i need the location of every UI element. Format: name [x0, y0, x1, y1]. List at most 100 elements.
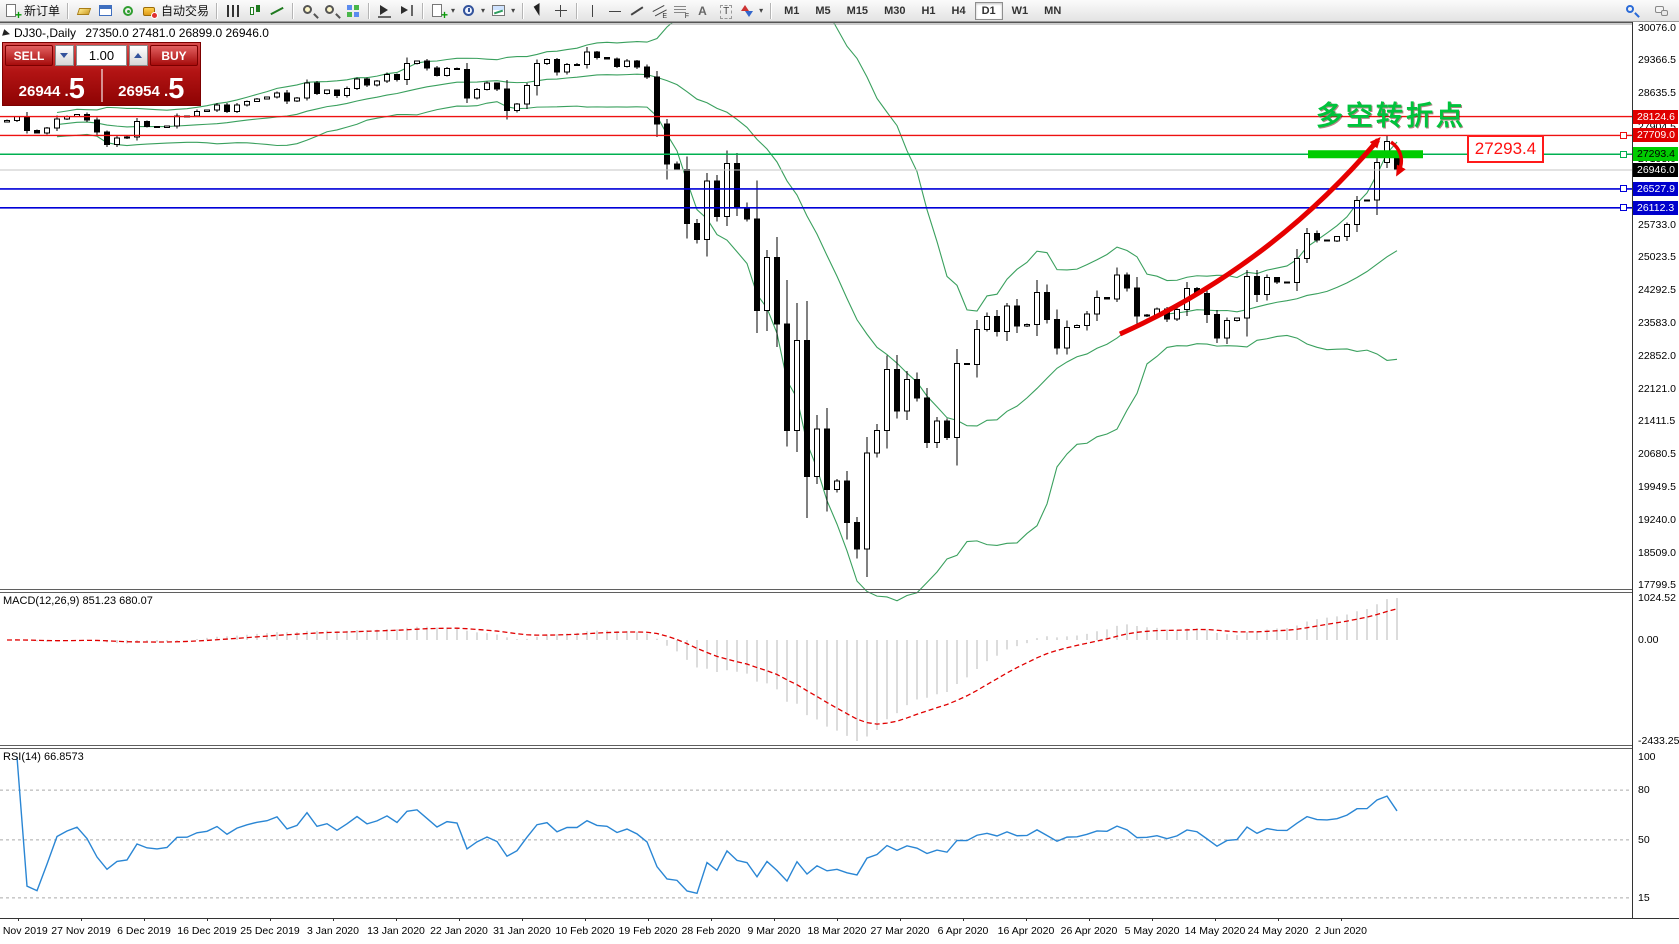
pivot-line-27293-handle[interactable] — [1620, 150, 1627, 158]
auto-trading-button[interactable]: 自动交易 — [139, 1, 212, 21]
toolbar-separator — [292, 2, 295, 19]
support-line-26112-handle[interactable] — [1620, 204, 1627, 212]
chart-shift-button[interactable] — [396, 1, 418, 21]
candle-body — [504, 88, 510, 112]
candle-body — [454, 67, 460, 71]
timeframe-h4-button[interactable]: H4 — [945, 2, 973, 20]
timeframe-m30-button[interactable]: M30 — [877, 2, 912, 20]
symbols-button[interactable] — [73, 1, 95, 21]
turning-point-annotation[interactable]: 多空转折点 — [1316, 94, 1466, 133]
candle-body — [1004, 305, 1010, 332]
timeframe-m5-button[interactable]: M5 — [808, 2, 837, 20]
candle-body — [1014, 305, 1020, 327]
buy-button[interactable]: BUY — [150, 45, 198, 66]
symbols-icon — [76, 3, 92, 19]
candle-body — [1304, 232, 1310, 260]
chat-button[interactable] — [1651, 1, 1673, 21]
chart-bars-button[interactable] — [222, 1, 244, 21]
date-axis-label: 6 Dec 2019 — [117, 925, 171, 937]
chat-icon — [1654, 3, 1670, 19]
candle-body — [54, 118, 60, 129]
resistance-line-27709-handle[interactable] — [1620, 131, 1627, 139]
candle-body — [1034, 292, 1040, 326]
chart-line-button[interactable] — [266, 1, 288, 21]
trendline-icon — [629, 3, 645, 19]
candle-body — [1364, 199, 1370, 202]
sell-button[interactable]: SELL — [5, 45, 53, 66]
signal-button[interactable] — [117, 1, 139, 21]
indicators-button[interactable] — [428, 1, 458, 22]
timeframe-m15-button[interactable]: M15 — [840, 2, 875, 20]
price-axis-tick: 17799.5 — [1638, 578, 1676, 591]
text-label-button[interactable] — [714, 1, 736, 21]
trendline-button[interactable] — [626, 1, 648, 21]
chart-plot — [0, 22, 1679, 923]
candle-body — [1174, 308, 1180, 320]
candle-body — [894, 368, 900, 412]
toolbar-separator — [522, 2, 525, 19]
candle-body — [744, 206, 750, 220]
text-button[interactable] — [692, 1, 714, 21]
zoom-out-button[interactable] — [320, 1, 342, 21]
candle-body — [714, 180, 720, 218]
arrows-button[interactable] — [736, 1, 766, 21]
templates-button[interactable] — [488, 1, 518, 21]
rsi-indicator-label: RSI(14) 66.8573 — [3, 751, 84, 763]
volume-input[interactable]: 1.00 — [76, 45, 127, 66]
candle-body — [1244, 276, 1250, 319]
candle-body — [934, 420, 940, 443]
vline-icon — [585, 3, 601, 19]
sell-price-button[interactable]: 26944 .5 — [3, 67, 101, 104]
support-line-26527-handle[interactable] — [1620, 185, 1627, 193]
price-tag-label[interactable]: 27293.4 — [1467, 135, 1544, 163]
candle-body — [1024, 324, 1030, 327]
volume-decrease-button[interactable] — [55, 45, 74, 66]
candle-body — [94, 119, 100, 133]
buy-price-button[interactable]: 26954 .5 — [103, 67, 201, 104]
candle-body — [1124, 274, 1130, 289]
candle-body — [954, 363, 960, 438]
market-window-button[interactable] — [95, 1, 117, 21]
date-axis-label: 22 Jan 2020 — [430, 925, 488, 937]
hline-icon — [607, 3, 623, 19]
fibonacci-button[interactable] — [670, 1, 692, 21]
search-button[interactable] — [1621, 1, 1643, 21]
tile-windows-button[interactable] — [342, 1, 364, 21]
zoom-in-button[interactable] — [298, 1, 320, 21]
candle-body — [414, 60, 420, 64]
chart-candles-button[interactable] — [244, 1, 266, 21]
new-order-button[interactable]: 新订单 — [2, 1, 63, 22]
timeframe-w1-button[interactable]: W1 — [1005, 2, 1036, 20]
candle-body — [764, 256, 770, 311]
candle-body — [84, 114, 90, 121]
candle-body — [634, 60, 640, 68]
signal-icon — [120, 3, 136, 19]
timeframe-h1-button[interactable]: H1 — [914, 2, 942, 20]
candle-body — [1234, 317, 1240, 322]
candle-body — [214, 104, 220, 111]
crosshair-button[interactable] — [550, 1, 572, 21]
main-toolbar: 新订单 自动交易 M1M5M15M30H1H4D1W1MN — [0, 0, 1679, 22]
candle-body — [574, 63, 580, 66]
rsi-axis-tick: 80 — [1638, 784, 1650, 797]
hline-button[interactable] — [604, 1, 626, 21]
timeframe-d1-button[interactable]: D1 — [974, 1, 1003, 20]
cursor-button[interactable] — [528, 1, 550, 21]
candle-body — [674, 163, 680, 170]
periods-button[interactable] — [458, 1, 488, 21]
toolbar-group — [374, 0, 418, 22]
candle-body — [884, 368, 890, 432]
toolbar-separator — [576, 2, 579, 19]
timeframe-mn-button[interactable]: MN — [1037, 2, 1068, 20]
auto-scroll-button[interactable] — [374, 1, 396, 21]
timeframe-m1-button[interactable]: M1 — [777, 2, 806, 20]
vline-button[interactable] — [582, 1, 604, 21]
candle-body — [1334, 236, 1340, 242]
candle-body — [1044, 292, 1050, 321]
candle-body — [394, 73, 400, 81]
price-label-box-26112.3: 26112.3 — [1633, 200, 1678, 215]
candle-body — [964, 363, 970, 366]
volume-increase-button[interactable] — [129, 45, 148, 66]
channel-button[interactable] — [648, 1, 670, 21]
toolbar-group: 新订单 — [2, 0, 63, 22]
